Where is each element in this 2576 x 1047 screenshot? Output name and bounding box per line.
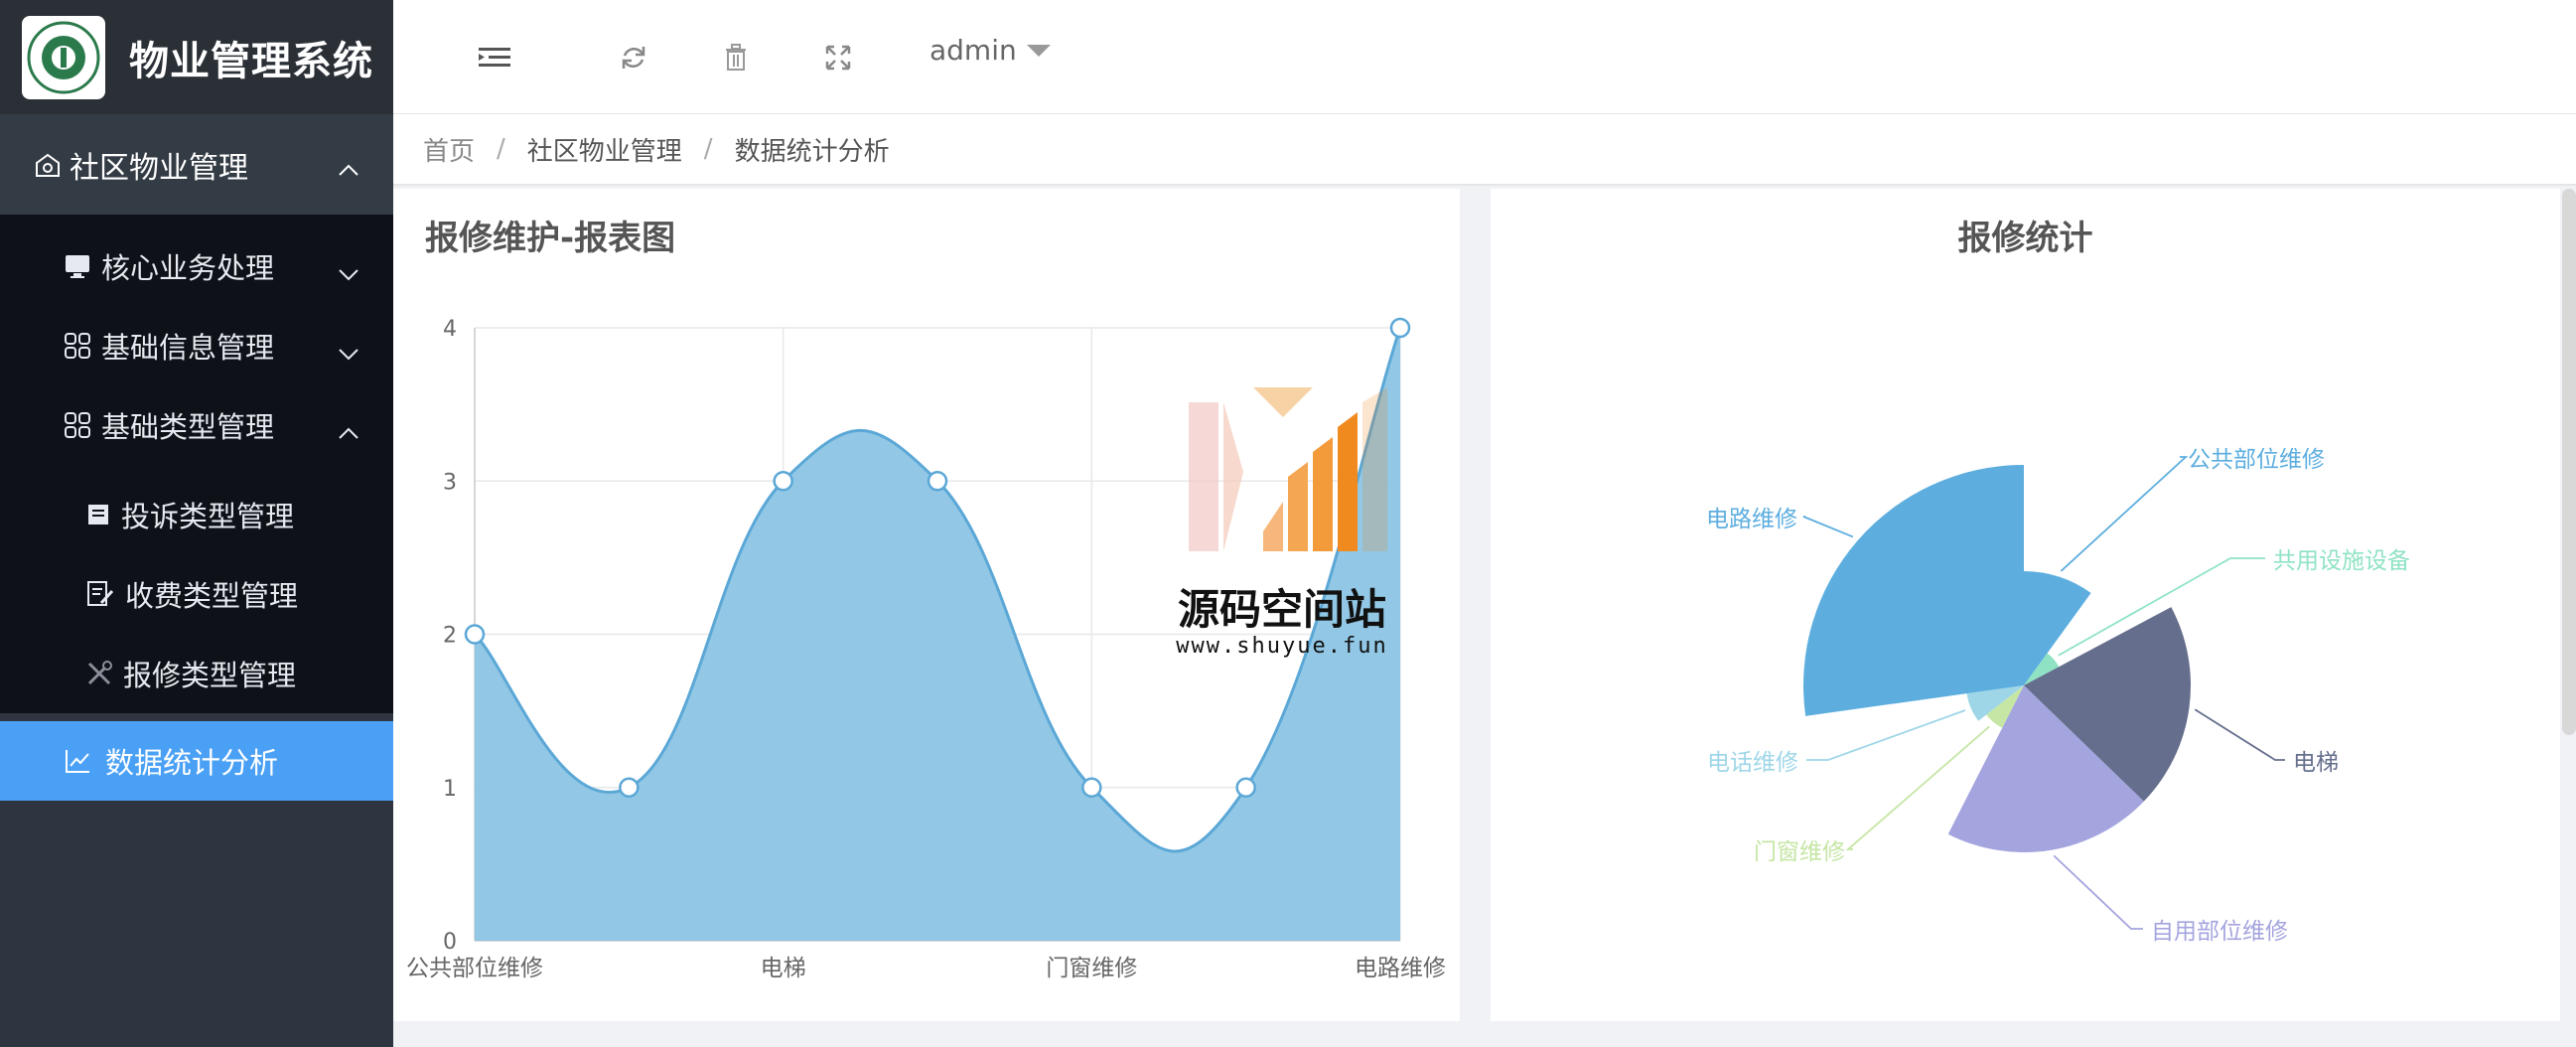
watermark bbox=[1184, 382, 1387, 555]
sidebar-item-label: 收费类型管理 bbox=[125, 579, 299, 613]
slice-label: 自用部位维修 bbox=[2151, 919, 2288, 945]
label-leader-line bbox=[2060, 456, 2189, 572]
sidebar-item-basic-info[interactable]: 基础信息管理 bbox=[0, 306, 393, 385]
university-logo bbox=[22, 15, 105, 99]
slice-label: 门窗维修 bbox=[1754, 839, 1845, 865]
line-chart-icon bbox=[64, 747, 91, 775]
data-point bbox=[1081, 777, 1102, 798]
data-point bbox=[464, 624, 486, 645]
page-scrollbar[interactable] bbox=[2562, 189, 2576, 735]
slice-label: 电话维修 bbox=[1707, 750, 1798, 776]
data-point bbox=[619, 777, 640, 798]
sidebar-item-label: 报修类型管理 bbox=[123, 659, 297, 692]
x-tick-label: 电梯 bbox=[761, 956, 806, 981]
y-tick-label: 1 bbox=[443, 777, 457, 802]
username: admin bbox=[930, 34, 1017, 67]
watermark-url: www.shuyue.fun bbox=[1176, 634, 1388, 659]
app-title: 物业管理系统 bbox=[129, 38, 373, 84]
repair-stats-panel: 报修统计 公共部位维修 共用设施设备 电梯 自用部位维修 门窗维修 电话维修 电路维修 bbox=[1491, 189, 2560, 1021]
trash-icon[interactable] bbox=[716, 40, 756, 75]
complaint-icon bbox=[85, 502, 111, 527]
grid-icon bbox=[64, 332, 91, 360]
data-point bbox=[773, 471, 793, 492]
slice-label: 共用设施设备 bbox=[2273, 548, 2410, 574]
rose-pie-chart: 公共部位维修共用设施设备电梯自用部位维修 门窗维修 电话维修 电路维修 bbox=[1706, 447, 2410, 945]
chevron-up-icon bbox=[338, 413, 359, 447]
watermark-logo bbox=[1189, 387, 1387, 551]
sidebar-item-complaint-types[interactable]: 投诉类型管理 bbox=[0, 475, 393, 554]
data-point bbox=[927, 471, 948, 492]
sidebar-item-core-business[interactable]: 核心业务处理 bbox=[0, 226, 393, 306]
breadcrumb: 首页 / 社区物业管理 / 数据统计分析 bbox=[393, 114, 2576, 186]
slice-label: 公共部位维修 bbox=[2188, 447, 2325, 473]
grid-icon bbox=[64, 411, 91, 439]
sidebar-item-label: 基础类型管理 bbox=[101, 410, 275, 444]
x-tick-label: 电路维修 bbox=[1355, 956, 1446, 981]
data-point bbox=[1389, 317, 1411, 339]
chevron-down-icon bbox=[338, 334, 359, 368]
slice-label: 电路维修 bbox=[1706, 507, 1797, 532]
breadcrumb-section[interactable]: 社区物业管理 bbox=[527, 131, 682, 168]
home-camera-icon bbox=[34, 151, 62, 179]
y-tick-label: 3 bbox=[443, 470, 457, 495]
sidebar-item-label: 基础信息管理 bbox=[101, 331, 275, 365]
menu-community-property[interactable]: 社区物业管理 bbox=[0, 114, 393, 215]
slice-label: 电梯 bbox=[2293, 750, 2339, 776]
brand: 物业管理系统 bbox=[0, 0, 393, 114]
sidebar-item-label: 核心业务处理 bbox=[101, 251, 275, 285]
y-tick-label: 2 bbox=[443, 624, 457, 649]
submenu: 核心业务处理 基础信息管理 基础类型管理 投诉类型管理 收费类型管理 报修类型管… bbox=[0, 215, 393, 713]
fullscreen-icon[interactable] bbox=[818, 40, 858, 75]
tools-icon bbox=[85, 660, 113, 687]
breadcrumb-separator: / bbox=[497, 134, 505, 164]
y-tick-label: 4 bbox=[443, 317, 457, 342]
sidebar-item-label: 数据统计分析 bbox=[105, 746, 279, 780]
sidebar-item-repair-types[interactable]: 报修类型管理 bbox=[0, 634, 393, 713]
sidebar-item-basic-types[interactable]: 基础类型管理 bbox=[0, 385, 393, 465]
data-point bbox=[1235, 777, 1256, 798]
sidebar-item-label: 投诉类型管理 bbox=[121, 500, 295, 533]
watermark-title: 源码空间站 bbox=[1177, 585, 1386, 634]
breadcrumb-separator: / bbox=[703, 134, 713, 164]
x-tick-label: 门窗维修 bbox=[1046, 956, 1137, 981]
caret-down-icon bbox=[1026, 44, 1051, 57]
label-leader-line bbox=[1806, 709, 1966, 761]
user-menu[interactable]: admin bbox=[930, 34, 1051, 67]
collapse-menu-icon[interactable] bbox=[475, 40, 514, 75]
monitor-icon bbox=[64, 252, 91, 280]
pie-slice bbox=[1803, 465, 2024, 716]
label-leader-line bbox=[2053, 854, 2143, 930]
label-leader-line bbox=[2194, 708, 2285, 761]
menu-top-label: 社区物业管理 bbox=[70, 150, 248, 186]
breadcrumb-home[interactable]: 首页 bbox=[423, 131, 475, 168]
sidebar-item-data-analysis[interactable]: 数据统计分析 bbox=[0, 721, 393, 801]
repair-report-panel: 报修维护-报表图 0 1 2 3 4 公共部位维修 电梯 门窗维修 电路维修 源码空间站 www… bbox=[393, 189, 1460, 1021]
x-tick-label: 公共部位维修 bbox=[406, 956, 543, 981]
refresh-icon[interactable] bbox=[614, 40, 653, 75]
breadcrumb-current: 数据统计分析 bbox=[734, 136, 890, 167]
edit-doc-icon bbox=[85, 579, 115, 609]
sidebar-item-fee-types[interactable]: 收费类型管理 bbox=[0, 554, 393, 634]
label-leader-line bbox=[1802, 516, 1854, 538]
top-header: admin bbox=[393, 0, 2576, 114]
sidebar: 物业管理系统 社区物业管理 核心业务处理 基础信息管理 基础类型管理 投诉类型管… bbox=[0, 0, 393, 1047]
chevron-down-icon bbox=[338, 254, 359, 288]
y-tick-label: 0 bbox=[443, 930, 457, 955]
chevron-up-icon bbox=[338, 150, 359, 185]
